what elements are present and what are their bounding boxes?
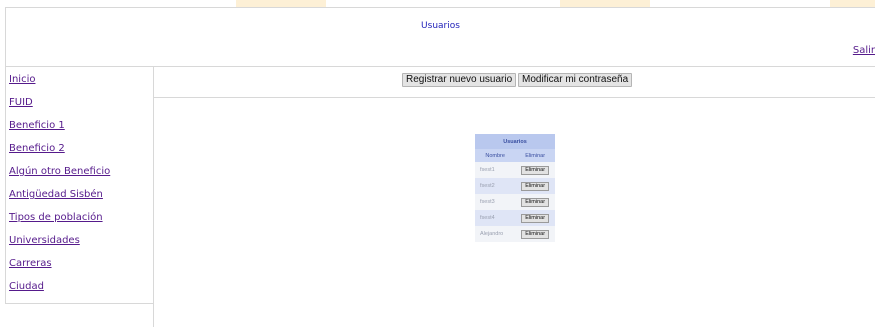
page-title: Usuarios [421,21,460,31]
table-caption: Usuarios [475,134,555,149]
delete-user-button[interactable]: Eliminar [521,229,550,239]
sidebar-item-beneficio-2[interactable]: Beneficio 2 [9,143,65,154]
page-header: Usuarios Salir [5,7,875,67]
sidebar-item-otro-beneficio[interactable]: Algún otro Beneficio [9,166,110,177]
delete-user-button[interactable]: Eliminar [521,197,550,207]
table-row: Alejandro Eliminar [475,226,555,242]
sidebar-nav: Inicio FUID Beneficio 1 Beneficio 2 Algú… [5,67,154,304]
sidebar-item-inicio[interactable]: Inicio [9,74,35,85]
change-password-button[interactable]: Modificar mi contraseña [518,73,633,87]
sidebar-item-beneficio-1[interactable]: Beneficio 1 [9,120,65,131]
user-name: fsest1 [475,162,516,178]
table-row: fsest1 Eliminar [475,162,555,178]
table-row: fsest3 Eliminar [475,194,555,210]
user-name: fsest3 [475,194,516,210]
user-name: fsest2 [475,178,516,194]
main-toolbar: Registrar nuevo usuario Modificar mi con… [154,67,875,98]
top-decoration-strip [0,0,875,7]
sidebar-item-carreras[interactable]: Carreras [9,258,52,269]
delete-user-button[interactable]: Eliminar [521,213,550,223]
user-name: Alejandro [475,226,516,242]
column-header-nombre: Nombre [475,149,516,162]
logout-link[interactable]: Salir [853,45,875,56]
sidebar-item-universidades[interactable]: Universidades [9,235,80,246]
table-row: fsest2 Eliminar [475,178,555,194]
user-name: fsest4 [475,210,516,226]
sidebar-item-fuid[interactable]: FUID [9,97,33,108]
users-table: Usuarios Nombre Eliminar fsest1 Eliminar… [475,134,555,242]
sidebar-item-antiguedad-sisben[interactable]: Antigüedad Sisbén [9,189,103,200]
sidebar-item-tipos-poblacion[interactable]: Tipos de población [9,212,103,223]
delete-user-button[interactable]: Eliminar [521,165,550,175]
column-header-eliminar: Eliminar [515,149,555,162]
delete-user-button[interactable]: Eliminar [521,181,550,191]
register-user-button[interactable]: Registrar nuevo usuario [402,73,517,87]
sidebar-item-ciudad[interactable]: Ciudad [9,281,44,292]
sidebar-divider [153,304,154,327]
table-row: fsest4 Eliminar [475,210,555,226]
